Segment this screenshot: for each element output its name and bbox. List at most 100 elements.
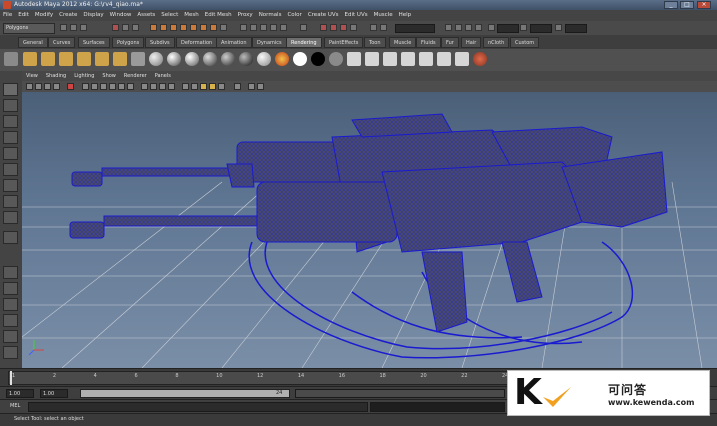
hypershade-layout-icon[interactable] xyxy=(3,330,18,343)
render-view-icon[interactable] xyxy=(347,52,361,66)
safe-title-icon[interactable] xyxy=(127,83,134,90)
default-lighting-icon[interactable] xyxy=(200,83,207,90)
persp-graph-layout-icon[interactable] xyxy=(3,314,18,327)
grid-toggle-icon[interactable] xyxy=(67,83,74,90)
minimize-button[interactable]: _ xyxy=(664,1,678,9)
shelf-tab-curves[interactable]: Curves xyxy=(48,37,76,48)
wireframe-icon[interactable] xyxy=(141,83,148,90)
paint-select-tool-icon[interactable] xyxy=(3,115,18,128)
ipr-icon[interactable] xyxy=(383,52,397,66)
menu-create[interactable]: Create xyxy=(56,10,80,21)
shelf-tab-surfaces[interactable]: Surfaces xyxy=(78,37,110,48)
film-gate-icon[interactable] xyxy=(82,83,89,90)
y-field[interactable] xyxy=(530,24,552,33)
shelf-tab-toon[interactable]: Toon xyxy=(364,37,386,48)
open-scene-icon[interactable] xyxy=(70,24,77,31)
last-tool-icon[interactable] xyxy=(3,231,18,244)
render-settings-icon[interactable] xyxy=(340,24,347,31)
phonge-material-icon[interactable] xyxy=(203,52,217,66)
textured-icon[interactable] xyxy=(218,83,225,90)
z-field[interactable] xyxy=(565,24,587,33)
select-rendering-icon[interactable] xyxy=(210,24,217,31)
shelf-tab-polygons[interactable]: Polygons xyxy=(112,37,145,48)
image-plane-icon[interactable] xyxy=(53,83,60,90)
panel-menu-lighting[interactable]: Lighting xyxy=(70,71,98,81)
menu-modify[interactable]: Modify xyxy=(32,10,56,21)
render-globals-icon[interactable] xyxy=(401,52,415,66)
xray-icon[interactable] xyxy=(191,83,198,90)
surface-shader-black-icon[interactable] xyxy=(311,52,325,66)
sidebar-toggle-icon[interactable] xyxy=(445,24,452,31)
select-handles-icon[interactable] xyxy=(150,24,157,31)
shelf-tab-dynamics[interactable]: Dynamics xyxy=(252,37,287,48)
select-camera-icon[interactable] xyxy=(26,83,33,90)
select-object-icon[interactable] xyxy=(122,24,129,31)
batch-render-icon[interactable] xyxy=(419,52,433,66)
input-line-icon[interactable] xyxy=(370,24,377,31)
menu-edit[interactable]: Edit xyxy=(15,10,32,21)
menu-display[interactable]: Display xyxy=(80,10,106,21)
shadows-icon[interactable] xyxy=(257,83,264,90)
select-misc-icon[interactable] xyxy=(220,24,227,31)
wireframe-on-shaded-icon[interactable] xyxy=(182,83,189,90)
command-input[interactable] xyxy=(28,402,368,412)
shelf-menu-icon[interactable] xyxy=(4,52,18,66)
make-live-icon[interactable] xyxy=(280,24,287,31)
shelf-tab-deformation[interactable]: Deformation xyxy=(176,37,218,48)
shelf-tab-fur[interactable]: Fur xyxy=(441,37,459,48)
start-time-field[interactable]: 1.00 xyxy=(6,389,34,398)
shelf-tab-fluids[interactable]: Fluids xyxy=(416,37,441,48)
shelf-tab-hair[interactable]: Hair xyxy=(461,37,482,48)
select-tool-icon[interactable] xyxy=(3,83,18,96)
select-hierarchy-icon[interactable] xyxy=(112,24,119,31)
tool-settings-icon[interactable] xyxy=(475,24,482,31)
shelf-tab-muscle[interactable]: Muscle xyxy=(389,37,417,48)
range-bar[interactable] xyxy=(80,389,290,398)
mental-ray-icon[interactable] xyxy=(473,52,487,66)
single-perspective-layout-icon[interactable] xyxy=(3,266,18,279)
close-button[interactable]: × xyxy=(697,1,711,9)
menu-create-uvs[interactable]: Create UVs xyxy=(305,10,342,21)
menu-mesh[interactable]: Mesh xyxy=(181,10,201,21)
shelf-tab-rendering[interactable]: Rendering xyxy=(286,37,322,48)
panel-menu-shading[interactable]: Shading xyxy=(42,71,70,81)
smooth-shade-icon[interactable] xyxy=(150,83,157,90)
panel-menu-panels[interactable]: Panels xyxy=(151,71,175,81)
select-surfaces-icon[interactable] xyxy=(180,24,187,31)
input-line-field[interactable] xyxy=(395,24,435,33)
shelf-tab-custom[interactable]: Custom xyxy=(510,37,540,48)
hypershade-shelf-icon[interactable] xyxy=(455,52,469,66)
select-joints-icon[interactable] xyxy=(160,24,167,31)
maximize-button[interactable]: □ xyxy=(680,1,694,9)
shelf-tab-subdivs[interactable]: Subdivs xyxy=(145,37,175,48)
area-light-icon[interactable] xyxy=(77,52,91,66)
persp-outliner-layout-icon[interactable] xyxy=(3,298,18,311)
menu-assets[interactable]: Assets xyxy=(134,10,158,21)
lambert-material-icon[interactable] xyxy=(149,52,163,66)
menu-edit-mesh[interactable]: Edit Mesh xyxy=(202,10,235,21)
shelf-tab-animation[interactable]: Animation xyxy=(216,37,252,48)
use-background-icon[interactable] xyxy=(329,52,343,66)
phong-material-icon[interactable] xyxy=(185,52,199,66)
ramp-shader-icon[interactable] xyxy=(257,52,271,66)
select-component-icon[interactable] xyxy=(132,24,139,31)
menu-window[interactable]: Window xyxy=(107,10,135,21)
hypershade-icon[interactable] xyxy=(350,24,357,31)
field-chart-icon[interactable] xyxy=(109,83,116,90)
menu-color[interactable]: Color xyxy=(284,10,304,21)
bookmarks-icon[interactable] xyxy=(44,83,51,90)
menu-select[interactable]: Select xyxy=(158,10,181,21)
shelf-tab-ncloth[interactable]: nCloth xyxy=(483,37,510,48)
outliner-layout-icon[interactable] xyxy=(3,346,18,359)
shelf-tab-painteffects[interactable]: PaintEffects xyxy=(324,37,364,48)
construction-history-icon[interactable] xyxy=(300,24,307,31)
hq-render-icon[interactable] xyxy=(248,83,255,90)
snap-grid-icon[interactable] xyxy=(240,24,247,31)
ambient-light-icon[interactable] xyxy=(113,52,127,66)
spot-light-icon[interactable] xyxy=(59,52,73,66)
perspective-viewport[interactable] xyxy=(22,92,717,368)
scale-tool-icon[interactable] xyxy=(3,163,18,176)
panel-menu-show[interactable]: Show xyxy=(98,71,120,81)
universal-manip-icon[interactable] xyxy=(3,179,18,192)
anisotropic-material-icon[interactable] xyxy=(221,52,235,66)
